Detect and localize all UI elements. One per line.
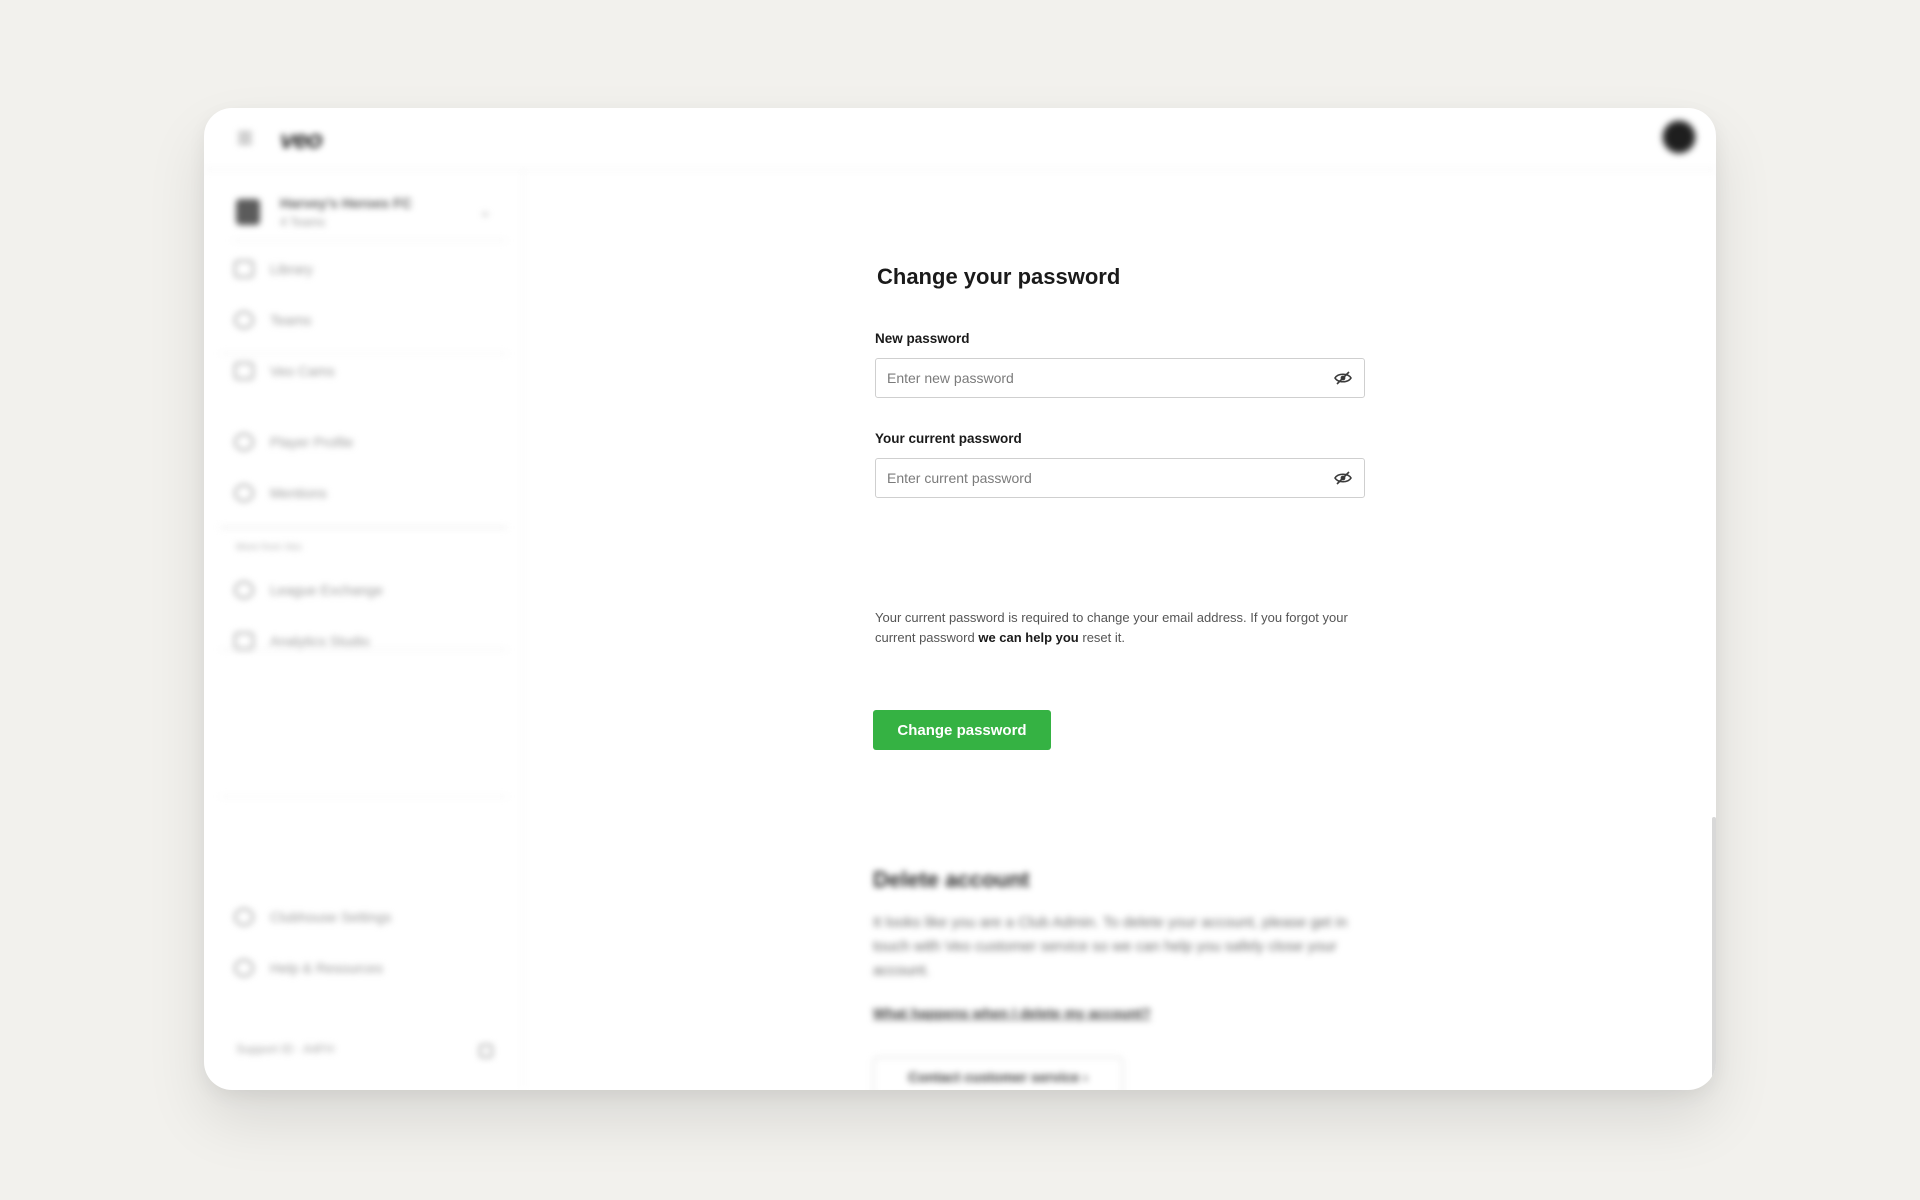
at-icon [234,484,254,502]
sidebar-item-label: Analytics Studio [270,633,370,649]
camera-icon [234,362,254,380]
user-avatar[interactable] [1662,120,1696,154]
nav-divider [220,527,508,528]
copy-icon[interactable] [479,1044,493,1058]
sidebar-item-label: Mentions [270,485,327,501]
sidebar-item-veo-cams[interactable]: Veo Cams [234,359,335,383]
help-icon [234,959,254,977]
sidebar-item-label: Teams [270,312,312,328]
current-password-input[interactable] [876,459,1364,497]
chart-icon [234,632,254,650]
main-content: Change your password New password Your c… [525,171,1716,1090]
app-window: veo Harvey's Heroes FC 4 Teams ⌄ Library… [204,108,1716,1090]
nav-section-label: More from Veo [236,542,302,553]
person-icon [234,433,254,451]
sidebar-item-mentions[interactable]: Mentions [234,481,327,505]
sidebar-item-label: League Exchange [270,582,383,598]
scrollbar[interactable] [1712,817,1716,1090]
sidebar-item-label: Player Profile [270,434,354,450]
top-bar: veo [204,108,1716,170]
sidebar-item-clubhouse-settings[interactable]: Clubhouse Settings [234,905,391,929]
delete-account-title: Delete account [873,867,1030,892]
password-help-text: Your current password is required to cha… [875,608,1365,647]
sidebar-item-label: Help & Resources [270,960,383,976]
sidebar-item-label: Clubhouse Settings [270,909,392,925]
delete-account-text: It looks like you are a Club Admin. To d… [873,914,1348,979]
new-password-label: New password [875,331,970,346]
delete-account-info-link[interactable]: What happens when I delete my account? [873,1005,1151,1021]
club-switcher[interactable]: Harvey's Heroes FC 4 Teams ⌄ [232,189,507,241]
sidebar-item-player-profile[interactable]: Player Profile [234,430,353,454]
reset-help-link[interactable]: we can help you [978,630,1078,645]
sidebar-item-league-exchange[interactable]: League Exchange [234,578,383,602]
page-title: Change your password [877,264,1121,289]
veo-logo[interactable]: veo [280,124,323,155]
nav-divider [220,649,508,650]
gear-icon [234,908,254,926]
sidebar-item-library[interactable]: Library [234,257,313,281]
new-password-input[interactable] [876,359,1364,397]
sidebar-item-label: Veo Cams [270,363,335,379]
sidebar-item-label: Library [270,261,313,277]
eye-slash-icon[interactable] [1334,371,1352,385]
nav-divider [220,796,508,797]
new-password-field-wrapper [875,358,1365,398]
share-icon [234,581,254,599]
eye-slash-icon[interactable] [1334,471,1352,485]
hamburger-menu-icon[interactable] [238,132,252,144]
support-id: Support ID · A4FH [236,1042,335,1056]
sidebar-item-help-resources[interactable]: Help & Resources [234,956,383,980]
sidebar-item-teams[interactable]: Teams [234,308,311,332]
video-icon [234,260,254,278]
nav-divider [220,353,508,354]
club-badge-icon [236,199,260,225]
current-password-label: Your current password [875,431,1022,446]
change-password-button[interactable]: Change password [873,710,1051,750]
people-icon [234,311,254,329]
help-text-after: reset it. [1078,629,1125,645]
club-name: Harvey's Heroes FC [280,195,412,211]
club-team-count: 4 Teams [280,215,326,229]
contact-customer-service-button[interactable]: Contact customer service › [873,1057,1123,1090]
sidebar: Harvey's Heroes FC 4 Teams ⌄ Library Tea… [204,171,524,1090]
current-password-field-wrapper [875,458,1365,498]
chevron-down-icon: ⌄ [479,203,491,219]
